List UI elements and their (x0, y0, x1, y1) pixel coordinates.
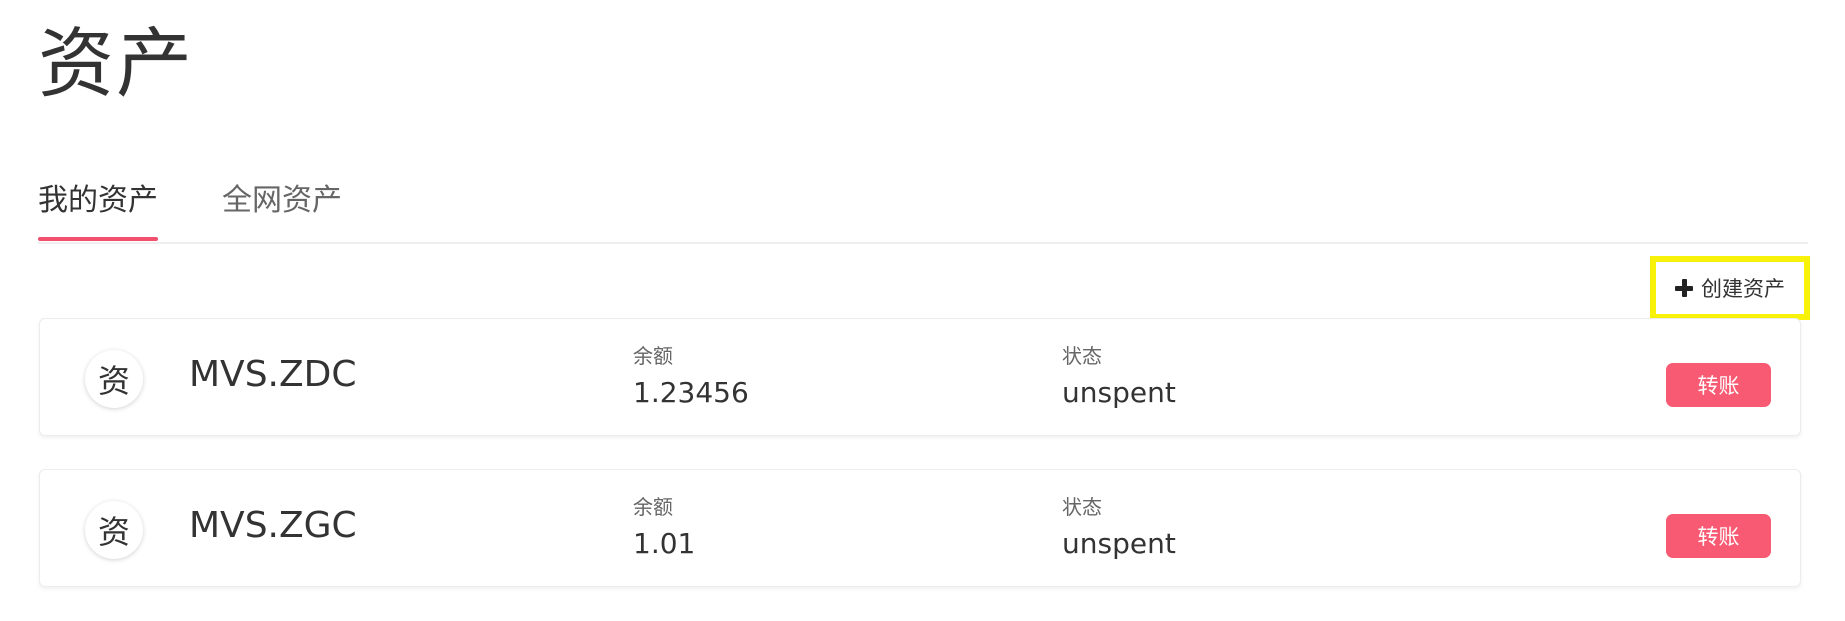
create-asset-button[interactable]: 创建资产 (1650, 256, 1810, 320)
assets-page: 资产 我的资产 全网资产 创建资产 资 MVS.ZDC 余额 1.23456 状… (0, 0, 1845, 621)
active-tab-indicator (38, 237, 158, 241)
balance-value: 1.01 (633, 527, 696, 560)
status-value: unspent (1062, 527, 1176, 560)
avatar: 资 (85, 350, 143, 408)
status-label: 状态 (1062, 495, 1102, 519)
avatar: 资 (85, 501, 143, 559)
status-label: 状态 (1062, 344, 1102, 368)
page-title: 资产 (38, 19, 194, 108)
asset-card: 资 MVS.ZGC 余额 1.01 状态 unspent 转账 (39, 469, 1801, 587)
asset-tabs: 我的资产 全网资产 (38, 182, 1808, 244)
tab-all-assets[interactable]: 全网资产 (222, 186, 342, 216)
asset-card: 资 MVS.ZDC 余额 1.23456 状态 unspent 转账 (39, 318, 1801, 436)
create-asset-label: 创建资产 (1701, 277, 1785, 301)
status-value: unspent (1062, 376, 1176, 409)
balance-label: 余额 (633, 495, 673, 519)
balance-value: 1.23456 (633, 376, 749, 409)
plus-icon (1675, 279, 1693, 297)
transfer-button[interactable]: 转账 (1666, 514, 1771, 558)
tab-my-assets[interactable]: 我的资产 (38, 186, 158, 216)
asset-name: MVS.ZGC (189, 505, 357, 546)
balance-label: 余额 (633, 344, 673, 368)
transfer-button[interactable]: 转账 (1666, 363, 1771, 407)
asset-name: MVS.ZDC (189, 354, 357, 395)
